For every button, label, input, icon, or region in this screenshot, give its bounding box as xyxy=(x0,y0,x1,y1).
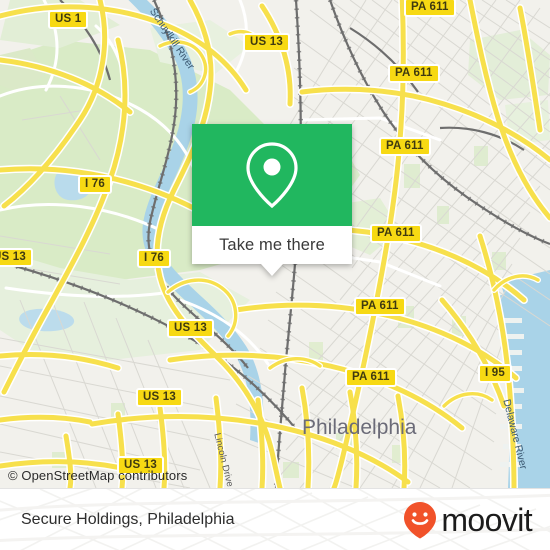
road-shield: PA 611 xyxy=(345,368,397,387)
road-shield: I 76 xyxy=(137,249,171,268)
callout-action-bar[interactable]: Take me there xyxy=(192,226,352,276)
osm-attribution[interactable]: © OpenStreetMap contributors xyxy=(8,468,187,483)
road-shield: US 1 xyxy=(48,10,89,29)
road-shield: PA 611 xyxy=(404,0,456,17)
road-shield: I 95 xyxy=(478,364,512,383)
location-callout[interactable]: Take me there xyxy=(192,124,352,276)
road-shield: US 13 xyxy=(243,33,290,52)
road-shield: PA 611 xyxy=(354,297,406,316)
road-shield: I 76 xyxy=(78,175,112,194)
take-me-there-label: Take me there xyxy=(219,235,325,254)
road-shield: US 13 xyxy=(0,248,33,267)
moovit-brand[interactable]: moovit xyxy=(403,501,533,539)
road-shield: PA 611 xyxy=(388,64,440,83)
map-share-card: US 1 US 13 PA 611 PA 611 I 76 PA 611 PA … xyxy=(0,0,550,550)
road-shield: US 13 xyxy=(136,388,183,407)
moovit-wordmark: moovit xyxy=(441,502,532,538)
callout-pin-area xyxy=(192,124,352,226)
road-shield: US 13 xyxy=(167,319,214,338)
footer-bar: Secure Holdings, Philadelphia moovit xyxy=(0,488,550,550)
location-title: Secure Holdings, Philadelphia xyxy=(21,511,235,528)
map-pin-icon xyxy=(246,142,298,209)
moovit-smiley-pin-icon xyxy=(404,502,437,539)
place-label-philadelphia: Philadelphia xyxy=(302,416,417,439)
callout-tail xyxy=(261,264,283,276)
road-shield: PA 611 xyxy=(370,224,422,243)
road-shield: PA 611 xyxy=(379,137,431,156)
